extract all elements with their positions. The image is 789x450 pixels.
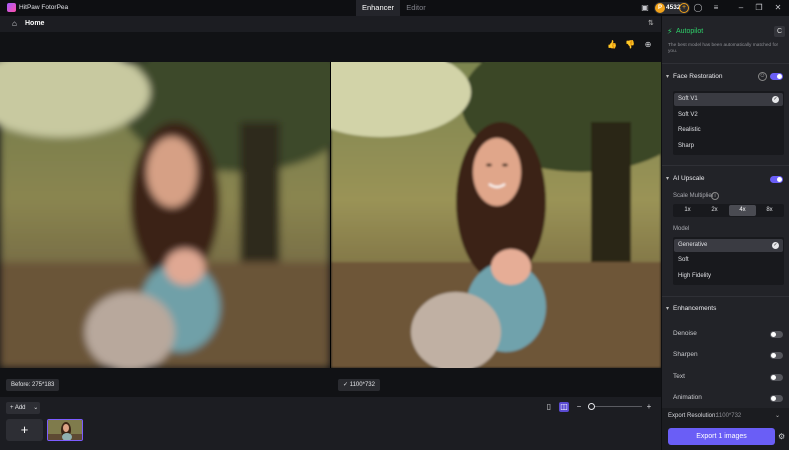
scale-option-1x[interactable]: 1x [674, 205, 701, 216]
swap-compare-icon[interactable]: ⇅ [648, 19, 657, 28]
face-option-sharp[interactable]: Sharp [674, 140, 783, 153]
split-view-icon[interactable]: ◫ [559, 402, 569, 412]
export-button[interactable]: Export 1 images [668, 428, 775, 445]
caret-down-icon[interactable]: ▾ [666, 175, 669, 182]
face-option-realistic[interactable]: Realistic [674, 124, 783, 137]
face-option-soft-v2[interactable]: Soft V2 [674, 109, 783, 122]
scale-option-4x[interactable]: 4x [729, 205, 756, 216]
after-size-label: ✓ 1100*732 [338, 379, 380, 391]
tab-editor[interactable]: Editor [394, 0, 438, 16]
face-option-label: Soft V1 [678, 96, 698, 102]
refresh-icon[interactable]: C [774, 26, 785, 37]
autopilot-label: Autopilot [676, 28, 704, 35]
animation-label: Animation [673, 394, 702, 401]
image-thumbnail[interactable] [47, 419, 83, 441]
check-icon: ✓ [772, 96, 779, 103]
scale-option-8x[interactable]: 8x [756, 205, 783, 216]
export-resolution-label: Export Resolution: [668, 413, 718, 419]
face-option-soft-v1[interactable]: Soft V1 ✓ [674, 93, 783, 106]
model-option-soft[interactable]: Soft [674, 254, 783, 267]
add-button[interactable]: + Add ⌄ [6, 402, 40, 414]
add-button-label: Add [14, 405, 26, 411]
zoom-slider-handle[interactable] [588, 403, 595, 410]
app-title: HitPaw FotorPea [19, 3, 69, 11]
scale-option-2x[interactable]: 2x [701, 205, 728, 216]
divider [662, 296, 789, 297]
gear-icon[interactable]: ⚙ [778, 432, 785, 441]
model-option-label: High Fidelity [678, 273, 712, 279]
single-view-icon[interactable]: ▯ [544, 402, 554, 412]
enhancements-title: Enhancements [673, 305, 717, 312]
face-option-label: Soft V2 [678, 112, 698, 118]
user-icon[interactable]: ◯ [693, 3, 703, 13]
menu-icon[interactable]: ≡ [711, 3, 721, 13]
autopilot-subtitle: The best model has been automatically ma… [668, 43, 779, 54]
add-image-tile[interactable]: + [6, 419, 43, 441]
upscale-model-list: Generative ✓ Soft High Fidelity [673, 237, 784, 285]
settings-panel [661, 16, 789, 450]
caret-down-icon[interactable]: ▾ [666, 305, 669, 312]
face-info-icon[interactable]: ☺ [758, 72, 767, 81]
animation-toggle[interactable] [770, 395, 783, 402]
face-model-list: Soft V1 ✓ Soft V2 Realistic Sharp [673, 91, 784, 155]
after-size-value: 1100*732 [349, 382, 375, 388]
chevron-down-icon[interactable]: ⌄ [775, 412, 780, 419]
zoom-out-icon[interactable]: − [574, 402, 584, 412]
zoom-slider-track[interactable] [592, 406, 642, 407]
zoom-in-icon[interactable]: + [644, 402, 654, 412]
close-icon[interactable]: ✕ [773, 3, 783, 13]
scale-multiplier-group: 1x 2x 4x 8x [673, 204, 784, 217]
model-option-label: Generative [678, 242, 708, 248]
add-credits-icon[interactable]: + [679, 3, 689, 13]
face-option-label: Sharp [678, 143, 695, 149]
zoom-icon[interactable]: ⊕ [643, 40, 653, 50]
coin-icon: P [655, 3, 665, 13]
face-option-label: Realistic [678, 127, 701, 133]
denoise-label: Denoise [673, 330, 697, 337]
thumbs-down-icon[interactable]: 👎 [625, 40, 635, 50]
maximize-icon[interactable]: ❐ [754, 3, 764, 13]
before-size-label: Before: 275*183 [6, 379, 60, 391]
file-box-icon[interactable]: ▣ [640, 3, 650, 13]
model-option-generative[interactable]: Generative ✓ [674, 239, 783, 252]
chevron-down-icon: ⌄ [33, 405, 39, 411]
home-icon[interactable]: ⌂ [12, 19, 21, 28]
minimize-icon[interactable]: – [736, 3, 746, 13]
model-option-high-fidelity[interactable]: High Fidelity [674, 270, 783, 283]
app-logo-icon [7, 3, 16, 12]
sharpen-label: Sharpen [673, 351, 698, 358]
face-restoration-toggle[interactable] [770, 73, 783, 80]
divider [662, 165, 789, 166]
denoise-toggle[interactable] [770, 331, 783, 338]
ai-upscale-title: AI Upscale [673, 175, 705, 182]
model-label: Model [673, 226, 690, 232]
scale-multiplier-label: Scale Multiplier [673, 193, 714, 199]
model-option-label: Soft [678, 257, 689, 263]
credits-badge[interactable]: P 4532 + [654, 2, 690, 14]
divider [662, 63, 789, 64]
face-restoration-title: Face Restoration [673, 73, 723, 80]
lightning-icon: ⚡ [667, 27, 673, 36]
home-bar [0, 16, 661, 32]
ai-upscale-toggle[interactable] [770, 176, 783, 183]
check-icon: ✓ [772, 242, 779, 249]
after-image[interactable] [331, 62, 661, 368]
text-label: Text [673, 373, 685, 380]
caret-down-icon[interactable]: ▾ [666, 73, 669, 80]
info-icon[interactable]: i [711, 192, 719, 200]
text-toggle[interactable] [770, 374, 783, 381]
sharpen-toggle[interactable] [770, 352, 783, 359]
home-link[interactable]: Home [25, 20, 44, 27]
thumbs-up-icon[interactable]: 👍 [607, 40, 617, 50]
export-resolution-value: 1100*732 [716, 413, 742, 419]
before-image[interactable] [0, 62, 330, 368]
